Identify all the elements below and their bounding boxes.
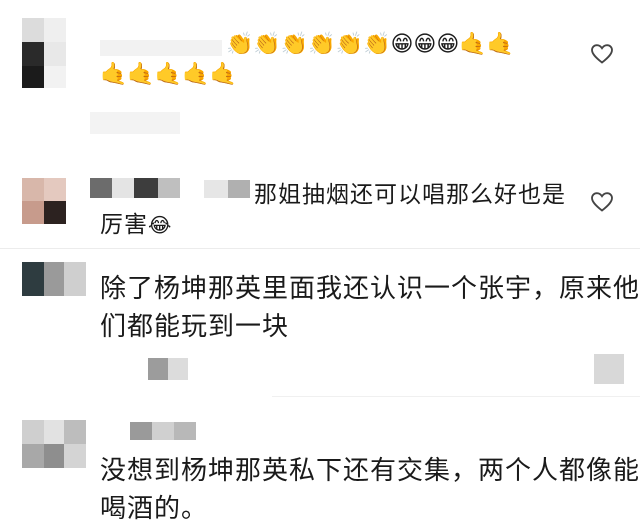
comment-text: 那姐抽烟还可以唱那么好也是 — [254, 182, 566, 208]
laughing-emoji: 😂 — [148, 213, 173, 237]
blurred-meta — [168, 358, 188, 380]
avatar[interactable] — [22, 262, 86, 296]
avatar[interactable] — [22, 420, 86, 468]
blurred-username — [100, 40, 222, 56]
blurred-username — [152, 422, 174, 440]
blurred-username — [90, 178, 112, 198]
comment-text: 没想到杨坤那英私下还有交集，两个人都像能 — [100, 456, 640, 486]
blurred-username — [112, 178, 134, 198]
heart-outline-icon[interactable] — [590, 190, 614, 214]
blurred-username — [228, 180, 250, 198]
comment-text: 们都能玩到一块 — [100, 312, 290, 342]
avatar[interactable] — [22, 178, 66, 224]
blurred-meta — [90, 112, 180, 134]
emoji-row-1: 👏👏👏👏👏👏😁😁😁🤙🤙 — [226, 32, 515, 57]
blurred-meta — [594, 354, 624, 384]
divider — [0, 248, 640, 249]
blurred-meta — [148, 358, 168, 380]
blurred-username — [174, 422, 196, 440]
emoji-row-2: 🤙🤙🤙🤙🤙 — [100, 62, 238, 87]
blurred-username — [134, 178, 158, 198]
avatar[interactable] — [22, 18, 66, 88]
blurred-username — [130, 422, 152, 440]
comment-text: 除了杨坤那英里面我还认识一个张宇，原来他 — [100, 274, 640, 304]
divider — [272, 396, 640, 397]
blurred-username — [204, 180, 228, 198]
comment-text: 厉害😂 — [100, 212, 173, 238]
comment-text: 喝酒的。 — [100, 494, 209, 524]
heart-outline-icon[interactable] — [590, 42, 614, 66]
blurred-username — [158, 178, 180, 198]
